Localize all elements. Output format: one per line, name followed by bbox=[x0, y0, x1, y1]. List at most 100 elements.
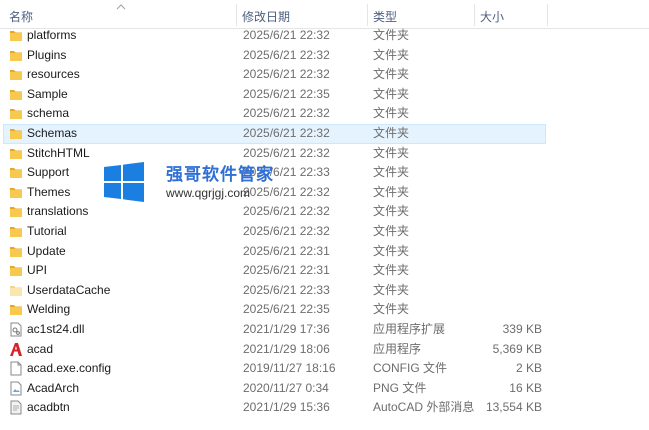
file-name: Themes bbox=[27, 184, 71, 199]
file-size: 16 KB bbox=[509, 380, 542, 395]
file-name: Sample bbox=[27, 86, 68, 101]
column-header-size-label: 大小 bbox=[480, 10, 505, 24]
file-modified-date: 2021/1/29 17:36 bbox=[243, 321, 330, 336]
autocad-app-icon bbox=[9, 342, 23, 357]
file-type: PNG 文件 bbox=[373, 380, 427, 395]
file-name: Plugins bbox=[27, 47, 67, 62]
file-type: 文件夹 bbox=[373, 204, 410, 219]
column-divider[interactable] bbox=[547, 4, 548, 26]
folder-icon bbox=[9, 224, 23, 239]
file-size bbox=[478, 281, 542, 301]
file-name: Welding bbox=[27, 302, 71, 317]
column-header-bar: 名称 修改日期 类型 大小 bbox=[0, 0, 649, 29]
file-row[interactable]: Support 2025/6/21 22:33 文件夹 bbox=[0, 163, 649, 183]
file-row[interactable]: resources 2025/6/21 22:32 文件夹 bbox=[0, 65, 649, 85]
column-header-name-label: 名称 bbox=[9, 10, 34, 24]
file-type: 文件夹 bbox=[373, 106, 410, 121]
file-modified-date: 2019/11/27 18:16 bbox=[243, 361, 336, 376]
file-row[interactable]: AcadArch 2020/11/27 0:34 PNG 文件 16 KB bbox=[0, 379, 649, 399]
file-name: schema bbox=[27, 106, 70, 121]
folder-icon bbox=[9, 185, 23, 200]
file-size: 2 KB bbox=[515, 361, 542, 376]
file-row[interactable]: StitchHTML 2025/6/21 22:32 文件夹 bbox=[0, 144, 649, 164]
file-size bbox=[478, 104, 542, 124]
file-size: 13,554 KB bbox=[485, 400, 542, 415]
file-name: Tutorial bbox=[27, 223, 67, 238]
file-modified-date: 2021/1/29 18:06 bbox=[243, 341, 330, 356]
file-size bbox=[478, 163, 542, 183]
folder-icon bbox=[9, 302, 23, 317]
file-modified-date: 2025/6/21 22:32 bbox=[243, 204, 330, 219]
file-modified-date: 2025/6/21 22:33 bbox=[243, 282, 330, 297]
file-name: Schemas bbox=[27, 125, 78, 140]
file-row[interactable]: Schemas 2025/6/21 22:32 文件夹 bbox=[0, 123, 649, 144]
file-name: ac1st24.dll bbox=[27, 321, 85, 336]
file-name: acad.exe.config bbox=[27, 361, 112, 376]
folder-icon bbox=[9, 204, 23, 219]
file-row[interactable]: UserdataCache 2025/6/21 22:33 文件夹 bbox=[0, 281, 649, 301]
file-row[interactable]: acad.exe.config 2019/11/27 18:16 CONFIG 文件… bbox=[0, 359, 649, 379]
file-size: 339 KB bbox=[502, 321, 542, 336]
column-header-type[interactable]: 类型 bbox=[368, 0, 474, 28]
column-header-date[interactable]: 修改日期 bbox=[237, 0, 367, 28]
file-modified-date: 2021/1/29 15:36 bbox=[243, 400, 330, 415]
file-name: UPI bbox=[27, 263, 48, 278]
file-row[interactable]: UPI 2025/6/21 22:31 文件夹 bbox=[0, 261, 649, 281]
folder-icon bbox=[9, 126, 23, 141]
file-size bbox=[478, 261, 542, 281]
file-row[interactable]: acadbtn 2021/1/29 15:36 AutoCAD 外部消息 13,554… bbox=[0, 398, 649, 418]
column-header-date-label: 修改日期 bbox=[242, 10, 291, 24]
file-size bbox=[478, 46, 542, 66]
file-size bbox=[478, 85, 542, 105]
file-row[interactable]: schema 2025/6/21 22:32 文件夹 bbox=[0, 104, 649, 124]
file-modified-date: 2025/6/21 22:32 bbox=[243, 67, 330, 82]
sort-ascending-icon bbox=[116, 4, 126, 10]
file-name: UserdataCache bbox=[27, 282, 111, 297]
folder-icon bbox=[9, 263, 23, 278]
file-modified-date: 2025/6/21 22:32 bbox=[243, 125, 330, 140]
folder-light-icon bbox=[9, 283, 23, 298]
file-row[interactable]: ac1st24.dll 2021/1/29 17:36 应用程序扩展 339 KB bbox=[0, 320, 649, 340]
file-type: 应用程序 bbox=[373, 341, 422, 356]
folder-icon bbox=[9, 48, 23, 63]
file-type: 文件夹 bbox=[373, 263, 410, 278]
file-row[interactable]: Update 2025/6/21 22:31 文件夹 bbox=[0, 242, 649, 262]
folder-icon bbox=[9, 87, 23, 102]
file-type: 文件夹 bbox=[373, 86, 410, 101]
file-row[interactable]: Plugins 2025/6/21 22:32 文件夹 bbox=[0, 46, 649, 66]
file-row[interactable]: Tutorial 2025/6/21 22:32 文件夹 bbox=[0, 222, 649, 242]
file-modified-date: 2025/6/21 22:32 bbox=[243, 106, 330, 121]
file-name: platforms bbox=[27, 28, 77, 42]
file-name: acad bbox=[27, 341, 54, 356]
file-name: resources bbox=[27, 67, 80, 82]
file-modified-date: 2025/6/21 22:33 bbox=[243, 165, 330, 180]
file-size bbox=[478, 242, 542, 262]
png-file-icon bbox=[9, 381, 23, 396]
file-row[interactable]: platforms 2025/6/21 22:32 文件夹 bbox=[0, 26, 649, 46]
file-type: 文件夹 bbox=[373, 243, 410, 258]
file-row[interactable]: Sample 2025/6/21 22:35 文件夹 bbox=[0, 85, 649, 105]
file-type: CONFIG 文件 bbox=[373, 361, 447, 376]
column-header-type-label: 类型 bbox=[373, 10, 398, 24]
file-type: 应用程序扩展 bbox=[373, 321, 446, 336]
file-size bbox=[478, 183, 542, 203]
folder-icon bbox=[9, 67, 23, 82]
folder-icon bbox=[9, 106, 23, 121]
file-modified-date: 2025/6/21 22:31 bbox=[243, 263, 330, 278]
column-header-size[interactable]: 大小 bbox=[475, 0, 547, 28]
file-row[interactable]: Welding 2025/6/21 22:35 文件夹 bbox=[0, 300, 649, 320]
file-size bbox=[478, 222, 542, 242]
file-row[interactable]: translations 2025/6/21 22:32 文件夹 bbox=[0, 202, 649, 222]
file-type: 文件夹 bbox=[373, 145, 410, 160]
file-type: 文件夹 bbox=[373, 47, 410, 62]
message-file-icon bbox=[9, 400, 23, 415]
folder-icon bbox=[9, 28, 23, 43]
file-row[interactable]: acad 2021/1/29 18:06 应用程序 5,369 KB bbox=[0, 340, 649, 360]
file-type: 文件夹 bbox=[373, 282, 410, 297]
folder-icon bbox=[9, 165, 23, 180]
file-name: StitchHTML bbox=[27, 145, 90, 160]
file-list: platforms 2025/6/21 22:32 文件夹 Plugins 2025/6… bbox=[0, 26, 649, 418]
dll-file-icon bbox=[9, 322, 23, 337]
file-type: 文件夹 bbox=[373, 28, 410, 42]
file-row[interactable]: Themes 2025/6/21 22:32 文件夹 bbox=[0, 183, 649, 203]
